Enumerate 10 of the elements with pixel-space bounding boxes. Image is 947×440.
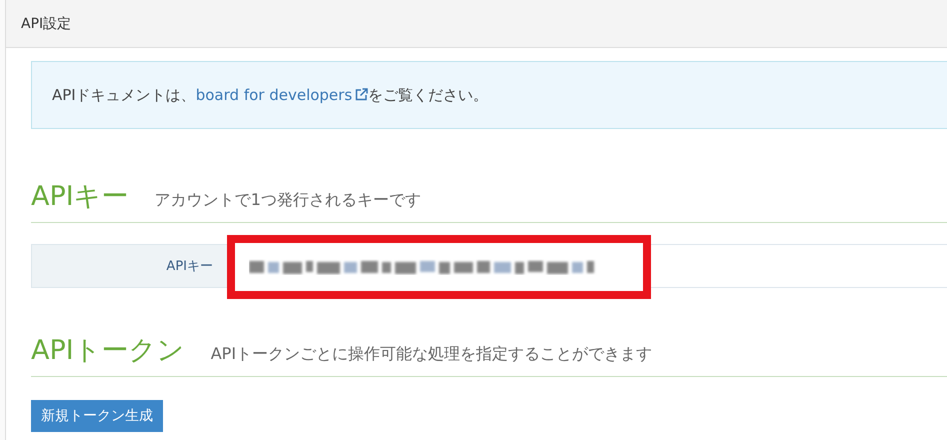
- developers-link[interactable]: board for developers: [196, 86, 368, 104]
- field-label: APIキー: [166, 258, 213, 275]
- section-title: APIキー: [31, 180, 129, 214]
- section-subtitle: アカウントで1つ発行されるキーです: [154, 190, 421, 211]
- notice-text: APIドキュメントは、board for developers をご覧ください。: [52, 86, 488, 104]
- section-subtitle: APIトークンごとに操作可能な処理を指定することができます: [210, 344, 652, 365]
- external-link-icon: [355, 88, 368, 101]
- section-title: APIトークン: [31, 334, 185, 368]
- page-title: API設定: [21, 14, 72, 32]
- new-token-button[interactable]: 新規トークン生成: [31, 400, 163, 432]
